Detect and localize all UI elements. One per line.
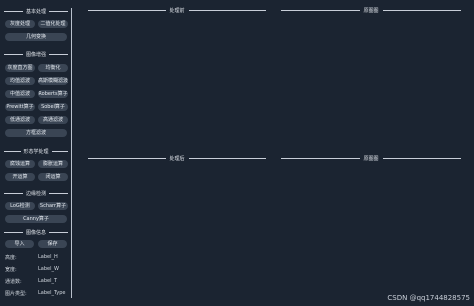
section-basic-label: 基本处理 — [26, 8, 47, 15]
section-morph-title: 形态学处理 — [4, 147, 69, 155]
canny-button[interactable]: Canny算子 — [5, 215, 67, 223]
panel-bottom-left-label: 处理后 — [169, 155, 185, 162]
roberts-button[interactable]: Roberts算子 — [38, 90, 68, 98]
save-button[interactable]: 保存 — [38, 240, 67, 248]
geometric-button[interactable]: 几何变换 — [5, 33, 67, 41]
panel-bottom-right-title: 原图图 — [281, 154, 462, 162]
panel-top-right-title: 原图图 — [281, 6, 462, 14]
sidebar: 基本处理 灰度处理 二值化处理 几何变换 图像增强 灰度直方图 均衡化 均值滤波… — [0, 0, 72, 306]
section-enhance-label: 图像增强 — [26, 51, 47, 58]
log-button[interactable]: LoG检测 — [5, 202, 35, 210]
width-label: 宽度: — [5, 267, 17, 273]
lowpass-button[interactable]: 低通滤波 — [5, 116, 35, 124]
binarize-button[interactable]: 二值化处理 — [38, 20, 68, 28]
import-button[interactable]: 导入 — [5, 240, 34, 248]
section-edge-label: 边缘检测 — [26, 190, 47, 197]
hist-button[interactable]: 灰度直方图 — [5, 64, 35, 72]
type-label: 图片类型: — [5, 291, 27, 297]
equalize-button[interactable]: 均衡化 — [38, 64, 68, 72]
height-label: 高度: — [5, 255, 17, 261]
section-morph-label: 形态学处理 — [23, 148, 49, 155]
gaussian-blur-button[interactable]: 高斯模糊滤波 — [38, 77, 68, 85]
panel-bottom-right-label: 原图图 — [363, 155, 379, 162]
type-value: Label_Type — [38, 290, 66, 296]
grayscale-button[interactable]: 灰度处理 — [5, 20, 35, 28]
section-info-title: 图像信息 — [4, 228, 69, 236]
watermark: CSDN @qq1744828575 — [387, 294, 470, 302]
section-basic-title: 基本处理 — [4, 7, 69, 15]
section-edge-title: 边缘检测 — [4, 189, 69, 197]
erode-button[interactable]: 腐蚀运算 — [5, 160, 35, 168]
height-value: Label_H — [38, 254, 58, 260]
highpass-button[interactable]: 高通滤波 — [38, 116, 68, 124]
width-value: Label_W — [38, 266, 59, 272]
panel-top-left-title: 处理前 — [88, 6, 267, 14]
sidebar-divider — [71, 8, 72, 298]
mean-filter-button[interactable]: 均值滤波 — [5, 77, 35, 85]
channels-value: Label_T — [38, 278, 58, 284]
open-button[interactable]: 开运算 — [5, 173, 35, 181]
section-enhance-title: 图像增强 — [4, 50, 69, 58]
close-button[interactable]: 闭运算 — [38, 173, 68, 181]
scharr-button[interactable]: Scharr算子 — [38, 202, 68, 210]
panel-top-left-label: 处理前 — [169, 7, 185, 14]
panel-top-right-label: 原图图 — [363, 7, 379, 14]
box-filter-button[interactable]: 方框滤波 — [5, 129, 67, 137]
channels-label: 通道数: — [5, 279, 22, 285]
prewitt-button[interactable]: Prewitt算子 — [5, 103, 35, 111]
dilate-button[interactable]: 膨胀运算 — [38, 160, 68, 168]
panel-bottom-left-title: 处理后 — [88, 154, 267, 162]
median-filter-button[interactable]: 中值滤波 — [5, 90, 35, 98]
sobel-button[interactable]: Sobel算子 — [38, 103, 68, 111]
section-info-label: 图像信息 — [26, 229, 47, 236]
